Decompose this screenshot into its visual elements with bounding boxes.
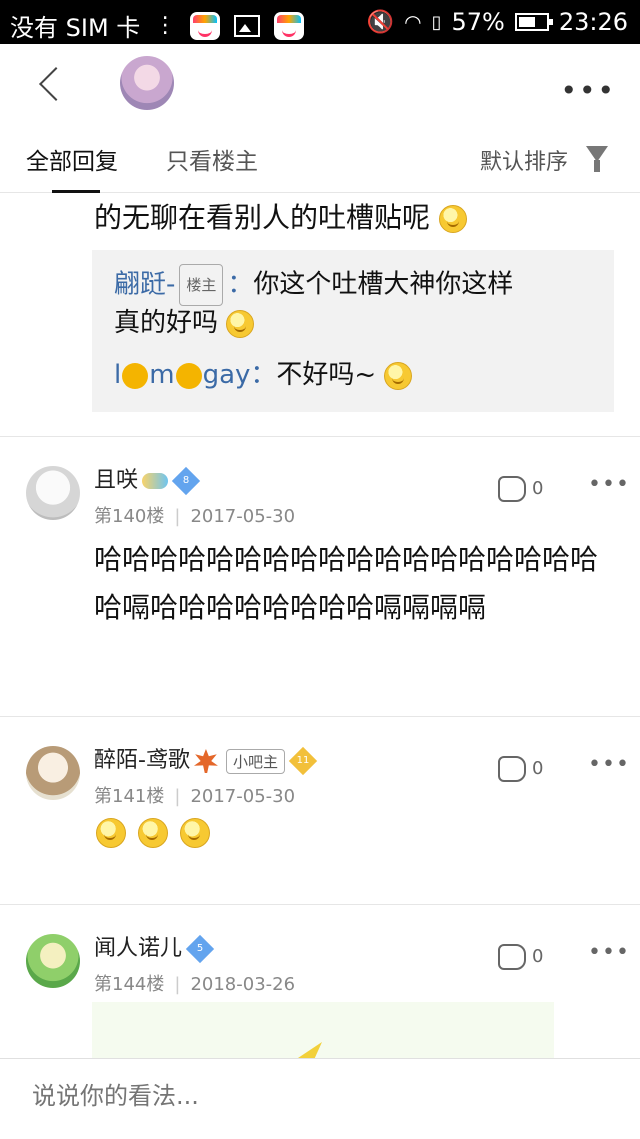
- tab-all-replies[interactable]: 全部回复: [26, 142, 118, 176]
- sub-reply: 翩跹- 楼主 ：你这个吐槽大神你这样: [114, 264, 513, 306]
- username[interactable]: 且咲 8: [94, 462, 201, 496]
- like-count: 0: [532, 946, 544, 967]
- post-meta: 第144楼 | 2018-03-26: [94, 974, 296, 995]
- smile-emoji-icon: [384, 361, 413, 390]
- image-notification-icon: [234, 14, 261, 37]
- sub-reply: l m gay：不好吗~: [114, 356, 413, 394]
- smile-emoji-icon: [138, 818, 168, 848]
- sub-reply-cont: 真的好吗: [114, 304, 255, 342]
- mute-icon: 🔇: [366, 9, 395, 35]
- top-nav: •••: [0, 44, 640, 130]
- divider: [0, 716, 640, 717]
- username[interactable]: 醉陌-鸢歌 小吧主 11: [94, 742, 318, 776]
- sub-reply-author[interactable]: 翩跹-: [114, 270, 175, 300]
- sub-reply-text: 你这个吐槽大神你这样: [253, 269, 514, 300]
- like-icon[interactable]: [498, 756, 526, 782]
- thread-avatar[interactable]: [120, 56, 174, 110]
- smile-emoji-icon: [180, 818, 210, 848]
- post-meta: 第141楼 | 2017-05-30: [94, 786, 296, 807]
- post-image[interactable]: [92, 1002, 554, 1058]
- sort-button[interactable]: 默认排序: [480, 144, 568, 176]
- smile-emoji-icon: [96, 818, 126, 848]
- post-meta: 第140楼 | 2017-05-30: [94, 506, 296, 527]
- status-bar: 没有 SIM 卡 ⋮ 🔇 ◠ ▯ 57% 23:26: [0, 0, 640, 44]
- sub-replies-box[interactable]: 翩跹- 楼主 ：你这个吐槽大神你这样 真的好吗 l m gay：不好吗~: [92, 250, 614, 412]
- app-notification-icon-2: [274, 11, 305, 40]
- like-count: 0: [532, 758, 544, 779]
- wifi-icon: ◠: [404, 10, 422, 34]
- avatar[interactable]: [26, 934, 80, 988]
- clock: 23:26: [558, 8, 628, 36]
- comment-input[interactable]: [30, 1081, 594, 1111]
- reply-tabs: 全部回复 只看楼主 默认排序: [0, 130, 640, 193]
- image-content: [292, 1042, 322, 1058]
- like-count: 0: [532, 478, 544, 499]
- tab-op-only[interactable]: 只看楼主: [166, 142, 258, 176]
- smile-emoji-icon: [438, 205, 467, 233]
- like-icon[interactable]: [498, 944, 526, 970]
- post-text: 哈哈哈哈哈哈哈哈哈哈哈哈哈哈哈哈哈哈哈嗝哈哈哈哈哈哈哈哈嗝嗝嗝嗝: [94, 543, 599, 624]
- like-icon[interactable]: [498, 476, 526, 502]
- reply-list: 的无聊在看别人的吐槽贴呢 翩跹- 楼主 ：你这个吐槽大神你这样 真的好吗 l m gay…: [0, 192, 640, 1058]
- comment-bar: [0, 1058, 640, 1139]
- post-emojis: [96, 818, 210, 848]
- battery-icon: [514, 13, 553, 31]
- level-badge: 8: [171, 466, 201, 496]
- battery-percent: 57%: [451, 8, 505, 36]
- username[interactable]: 闻人诺儿 5: [94, 930, 215, 964]
- face-emoji-icon: [122, 362, 149, 389]
- level-badge: 11: [288, 746, 318, 776]
- decoration-icon: [142, 473, 169, 489]
- back-arrow-icon[interactable]: [36, 64, 60, 104]
- post-more-icon[interactable]: •••: [588, 472, 630, 497]
- carrier-label: 没有 SIM 卡: [10, 14, 141, 42]
- avatar[interactable]: [26, 466, 80, 520]
- sub-reply-author[interactable]: l m gay: [114, 360, 250, 390]
- post-more-icon[interactable]: •••: [588, 752, 630, 777]
- level-badge: 5: [185, 934, 215, 964]
- app-notification-icon: [190, 11, 221, 40]
- face-emoji-icon: [175, 362, 202, 389]
- post-text-continued: 的无聊在看别人的吐槽贴呢: [94, 196, 467, 236]
- role-badge: 小吧主: [225, 748, 285, 774]
- avatar[interactable]: [26, 746, 80, 800]
- maple-leaf-icon: [193, 749, 218, 773]
- divider: [0, 436, 640, 437]
- more-vertical-icon: ⋮: [154, 13, 177, 38]
- sub-reply-text: 不好吗~: [276, 360, 377, 390]
- divider: [0, 904, 640, 905]
- smile-emoji-icon: [226, 309, 255, 338]
- op-badge: 楼主: [179, 264, 224, 306]
- more-options-icon[interactable]: •••: [560, 74, 616, 107]
- post-more-icon[interactable]: •••: [588, 940, 630, 965]
- no-sim-icon: ▯: [431, 11, 442, 33]
- filter-icon[interactable]: [586, 146, 608, 172]
